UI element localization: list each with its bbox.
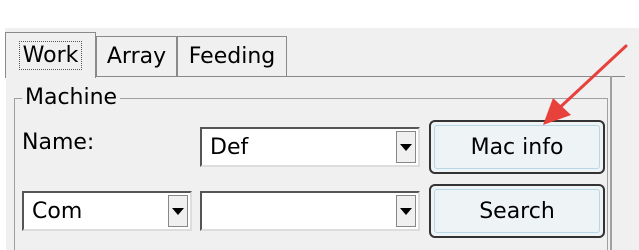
- tab-array-label: Array: [106, 44, 167, 69]
- tab-feeding[interactable]: Feeding: [177, 36, 287, 76]
- machine-name-dropdown-button[interactable]: [396, 131, 416, 163]
- mac-info-button[interactable]: Mac info: [429, 120, 605, 174]
- machine-name-value: Def: [210, 135, 249, 160]
- search-button[interactable]: Search: [429, 184, 605, 238]
- port-detail-dropdown-button[interactable]: [396, 195, 416, 227]
- name-label: Name:: [22, 130, 95, 155]
- port-detail-select[interactable]: [200, 191, 420, 231]
- tab-array[interactable]: Array: [96, 36, 177, 76]
- chevron-down-icon: [172, 207, 184, 215]
- chevron-down-icon: [400, 207, 412, 215]
- panel-border: [610, 76, 612, 250]
- port-value: Com: [32, 199, 83, 224]
- port-select[interactable]: Com: [22, 191, 192, 231]
- machine-group-title: Machine: [22, 86, 121, 110]
- mac-info-label: Mac info: [470, 134, 564, 160]
- tab-work[interactable]: Work: [5, 32, 96, 78]
- machine-name-select[interactable]: Def: [200, 127, 420, 167]
- tab-feeding-label: Feeding: [188, 44, 276, 69]
- tab-work-label: Work: [18, 41, 83, 70]
- port-dropdown-button[interactable]: [168, 195, 188, 227]
- search-label: Search: [479, 198, 555, 224]
- chevron-down-icon: [400, 143, 412, 151]
